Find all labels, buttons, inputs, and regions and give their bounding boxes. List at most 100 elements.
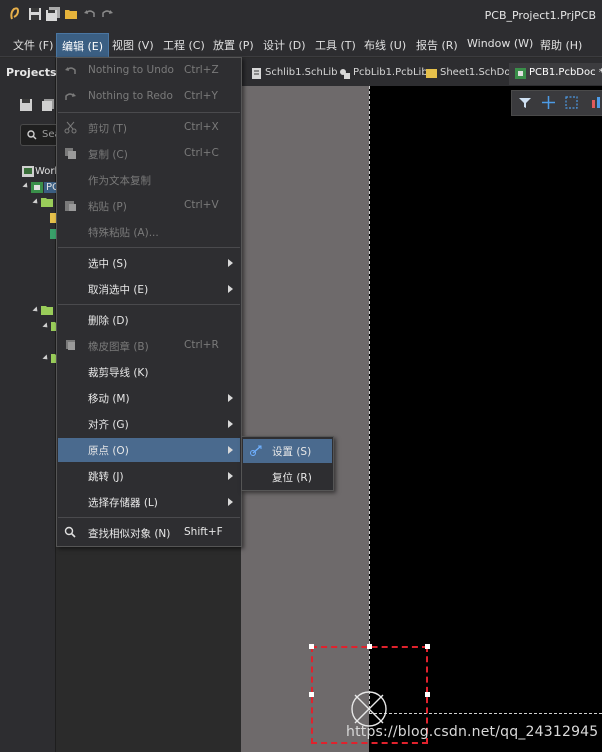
undo-icon[interactable] [83,7,97,21]
menu-item-paste-special[interactable]: 特殊粘贴 (A)... [58,220,240,244]
folder-icon [41,198,53,207]
menu-item-delete[interactable]: 删除 (D) [58,308,240,332]
menu-item-origin[interactable]: 原点 (O) [58,438,240,462]
open-folder-icon[interactable] [64,7,78,21]
filter-icon[interactable] [519,97,531,109]
tab-sheet[interactable]: Sheet1.SchDoc [420,63,522,85]
menu-item-find-similar[interactable]: 查找相似对象 (N) Shift+F [58,521,240,545]
project-search-input[interactable]: Sea [20,124,61,146]
selection-handle[interactable] [425,644,430,649]
select-rectangle-icon[interactable] [565,96,578,109]
menu-reports[interactable]: 报告 (R) [416,37,458,53]
menu-item-selection-memory-label: 选择存储器 (L) [88,497,158,509]
save-all-icon[interactable] [46,7,60,21]
tab-schlib[interactable]: Schlib1.SchLib [245,63,344,85]
menu-route[interactable]: 布线 (U) [364,37,406,53]
menu-item-origin-label: 原点 (O) [88,445,129,457]
projects-panel-title: Projects [6,66,57,79]
add-icon[interactable] [542,96,555,109]
pcbdoc-icon [515,68,526,79]
menu-item-rubber-stamp-label: 橡皮图章 (B) [88,341,149,353]
selection-handle[interactable] [309,692,314,697]
menu-item-paste-special-label: 特殊粘贴 (A)... [88,227,159,239]
menu-item-undo[interactable]: Nothing to Undo Ctrl+Z [58,59,240,83]
tab-schlib-label: Schlib1.SchLib [265,67,338,78]
menu-item-copy-as-text[interactable]: 作为文本复制 [58,168,240,192]
menu-project[interactable]: 工程 (C) [163,37,205,53]
submenu-item-reset-origin[interactable]: 复位 (R) [243,465,332,489]
menu-item-deselect[interactable]: 取消选中 (E) [58,277,240,301]
menu-window[interactable]: Window (W) [467,37,533,50]
menu-item-redo-shortcut: Ctrl+Y [184,90,218,102]
menu-edit[interactable]: 编辑 (E) [56,33,110,59]
submenu-item-set-origin[interactable]: 设置 (S) [243,439,332,463]
active-bar-toolbar [511,90,602,116]
menu-item-rubber-stamp[interactable]: 橡皮图章 (B) Ctrl+R [58,334,240,358]
tab-pcbdoc-label: PCB1.PcbDoc * [529,67,602,78]
edit-menu-dropdown: Nothing to Undo Ctrl+Z Nothing to Redo C… [56,57,242,547]
tab-pcblib[interactable]: PcbLib1.PcbLib [333,63,434,85]
menu-item-find-similar-shortcut: Shift+F [184,526,223,538]
menu-item-redo[interactable]: Nothing to Redo Ctrl+Y [58,85,240,109]
menu-item-select[interactable]: 选中 (S) [58,251,240,275]
redo-icon [65,93,76,100]
menu-item-align-label: 对齐 (G) [88,419,129,431]
origin-submenu: 设置 (S) 复位 (R) [241,436,334,491]
menu-item-paste-shortcut: Ctrl+V [184,199,219,211]
app-logo-icon [10,7,20,20]
submenu-arrow-icon [228,394,233,402]
menu-item-slice-tracks-label: 裁剪导线 (K) [88,367,149,379]
tab-pcblib-label: PcbLib1.PcbLib [353,67,428,78]
selection-handle[interactable] [425,692,430,697]
title-bar: PCB_Project1.PrjPCB [0,0,602,32]
set-origin-icon [250,445,262,456]
menu-item-cut-shortcut: Ctrl+X [184,121,219,133]
tree-expand-icon[interactable] [42,354,50,362]
menu-item-select-label: 选中 (S) [88,258,128,270]
tree-expand-icon[interactable] [22,182,30,190]
menu-item-cut[interactable]: 剪切 (T) Ctrl+X [58,116,240,140]
rubber-stamp-icon [66,340,75,350]
menu-item-redo-label: Nothing to Redo [88,90,173,102]
menu-item-selection-memory[interactable]: 选择存储器 (L) [58,490,240,514]
menu-item-copy-label: 复制 (C) [88,149,128,161]
menu-item-delete-label: 删除 (D) [88,315,129,327]
projects-panel: Projects Sea Work PCB [0,58,68,752]
save-icon[interactable] [28,7,42,21]
selection-handle[interactable] [367,644,372,649]
search-icon [27,130,37,140]
menu-place[interactable]: 放置 (P) [213,37,254,53]
menu-item-copy[interactable]: 复制 (C) Ctrl+C [58,142,240,166]
tree-expand-icon[interactable] [32,306,40,314]
menu-item-copy-as-text-label: 作为文本复制 [88,175,151,187]
redo-icon[interactable] [100,7,114,21]
tree-expand-icon[interactable] [32,198,40,206]
menu-item-rubber-stamp-shortcut: Ctrl+R [184,339,219,351]
project-options-icon[interactable] [42,99,54,111]
selection-handle[interactable] [309,644,314,649]
undo-icon [65,67,76,74]
submenu-item-set-origin-label: 设置 (S) [272,446,312,458]
menu-design[interactable]: 设计 (D) [263,37,306,53]
menu-item-move[interactable]: 移动 (M) [58,386,240,410]
tree-expand-icon[interactable] [42,322,50,330]
scissors-icon [64,121,77,134]
menu-item-align[interactable]: 对齐 (G) [58,412,240,436]
menu-item-paste-label: 粘贴 (P) [88,201,127,213]
menu-item-jump[interactable]: 跳转 (J) [58,464,240,488]
menu-separator [58,517,240,518]
menu-file[interactable]: 文件 (F) [13,37,53,53]
menu-help[interactable]: 帮助 (H) [540,37,582,53]
menu-view[interactable]: 视图 (V) [112,37,154,53]
menu-separator [58,304,240,305]
save-project-icon[interactable] [20,99,32,111]
menu-tools[interactable]: 工具 (T) [315,37,356,53]
menu-item-slice-tracks[interactable]: 裁剪导线 (K) [58,360,240,384]
align-chart-icon[interactable] [590,96,602,109]
menu-item-paste[interactable]: 粘贴 (P) Ctrl+V [58,194,240,218]
origin-marker-icon [351,691,387,727]
schlib-icon [252,68,261,79]
tab-pcbdoc[interactable]: PCB1.PcbDoc * [509,63,602,85]
submenu-arrow-icon [228,285,233,293]
tab-sheet-label: Sheet1.SchDoc [440,67,516,78]
